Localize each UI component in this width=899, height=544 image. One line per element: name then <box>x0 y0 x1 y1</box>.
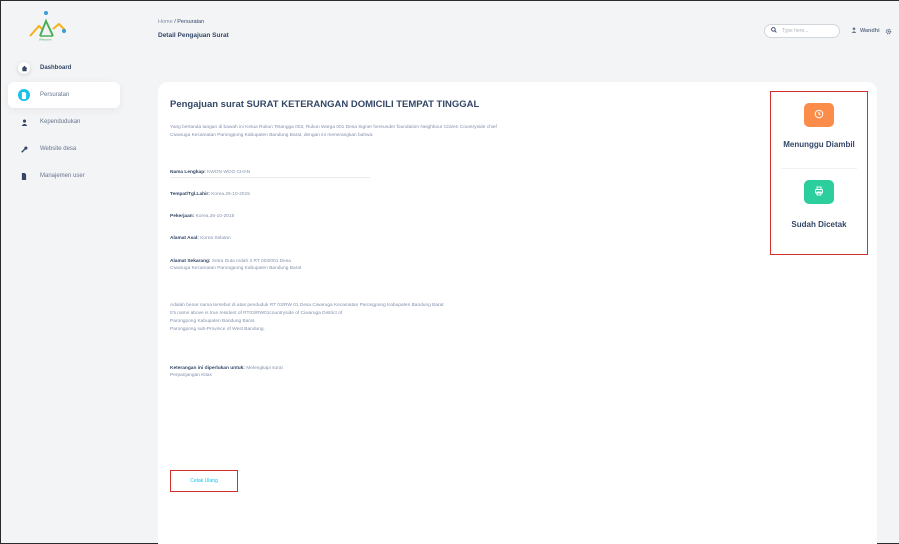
letter-intro-line: Ciwaruga Kecamatan Parongpong Kabupaten … <box>170 133 374 138</box>
wrench-icon <box>18 143 30 155</box>
page-title: Detail Pengajuan Surat <box>158 32 229 39</box>
field-label: Pekerjaan: <box>170 214 195 219</box>
field-label: Tempat/Tgl.Lahir: <box>170 192 210 197</box>
field-alamat-sekarang: Alamat Sekarang: Setra Duta Indah 3 RT 0… <box>170 258 301 272</box>
letter-heading: Pengajuan surat SURAT KETERANGAN DOMICIL… <box>170 99 480 110</box>
field-value: KWON WOO CHAN <box>207 170 251 175</box>
home-icon <box>18 62 30 74</box>
letter-body-line: Parongpong Kabupaten Bandung Barat. <box>170 319 256 324</box>
field-value: Melengkapi surat <box>246 366 283 371</box>
sidebar-item-persuratan[interactable]: Persuratan <box>8 82 120 108</box>
gear-icon[interactable] <box>885 24 892 38</box>
search-placeholder: Type here... <box>782 28 809 34</box>
sudah-dicetak-label: Sudah Dicetak <box>791 220 847 229</box>
sidebar-item-website-desa[interactable]: Website desa <box>8 136 120 162</box>
letter-card: Pengajuan surat SURAT KETERANGAN DOMICIL… <box>158 82 877 544</box>
user-name: Wandhi <box>860 28 880 34</box>
clock-icon <box>814 106 824 124</box>
sidebar: Dashboard Persuratan Kependudukan Websit… <box>8 55 120 190</box>
field-pekerjaan: Pekerjaan: Korea,26-10-2015 <box>170 213 234 220</box>
document-icon <box>18 89 30 101</box>
user-menu[interactable]: Wandhi <box>851 24 880 38</box>
sidebar-item-label: Kependudukan <box>40 119 81 125</box>
field-alamat-asal: Alamat Asal: Korea Selatan <box>170 235 231 242</box>
field-value: Korea,26-10-2015 <box>195 214 235 219</box>
document-icon <box>18 170 30 182</box>
search-input[interactable]: Type here... <box>764 24 840 38</box>
field-value: Setra Duta Indah 3 RT 003/001 Desa <box>211 259 291 264</box>
person-icon <box>18 116 30 128</box>
cetak-ulang-button[interactable]: Cetak Ulang <box>170 470 238 492</box>
sidebar-item-label: Website desa <box>40 146 77 152</box>
field-label: Alamat Sekarang: <box>170 259 211 264</box>
svg-text:Welcome: Welcome <box>39 38 52 42</box>
field-value: Perpanjangan Kitas <box>170 373 212 378</box>
logo-mountain-icon: Welcome <box>29 11 66 42</box>
sidebar-item-manajemen-user[interactable]: Manajemen user <box>8 163 120 189</box>
breadcrumb: Home / Persuratan <box>158 19 204 25</box>
printer-icon <box>814 183 824 201</box>
logo[interactable]: Welcome <box>27 10 67 42</box>
breadcrumb-current: Persuratan <box>177 19 205 25</box>
breadcrumb-home[interactable]: Home <box>158 19 173 25</box>
letter-body-line: Adalah benar nama tersebut di atas pendu… <box>170 303 444 308</box>
divider <box>781 168 857 169</box>
field-label: Keterangan ini diperlukan untuk: <box>170 366 245 371</box>
menunggu-diambil-label: Menunggu Diambil <box>783 140 855 149</box>
sidebar-item-kependudukan[interactable]: Kependudukan <box>8 109 120 135</box>
field-purpose: Keterangan ini diperlukan untuk: Melengk… <box>170 365 283 379</box>
sidebar-item-label: Persuratan <box>40 92 70 98</box>
field-label: Alamat Asal: <box>170 236 199 241</box>
sidebar-item-label: Manajemen user <box>40 173 85 179</box>
field-value: Ciwaruga Kecamatan Parongpong Kabupaten … <box>170 266 302 271</box>
field-label: Nama Lengkap: <box>170 170 206 175</box>
field-ttl: Tempat/Tgl.Lahir: Korea,26-10-2015 <box>170 191 250 198</box>
field-nama: Nama Lengkap: KWON WOO CHAN <box>170 169 250 176</box>
sidebar-item-dashboard[interactable]: Dashboard <box>8 55 120 81</box>
field-value: Korea,26-10-2015 <box>211 192 250 197</box>
letter-body-line: It's name above is true resident of RT03… <box>170 311 343 316</box>
sidebar-item-label: Dashboard <box>40 65 72 71</box>
divider <box>170 177 370 178</box>
status-panel: Menunggu Diambil Sudah Dicetak <box>770 91 868 255</box>
user-icon <box>851 27 857 35</box>
search-icon <box>771 27 777 35</box>
letter-intro-line: Yang bertanda tangan di bawah ini Ketua … <box>170 125 497 130</box>
field-value: Korea Selatan <box>200 236 231 241</box>
letter-body-line: Parongpong sub-Province of West Bandung. <box>170 327 265 332</box>
menunggu-diambil-button[interactable] <box>804 103 834 127</box>
sudah-dicetak-button[interactable] <box>804 180 834 204</box>
